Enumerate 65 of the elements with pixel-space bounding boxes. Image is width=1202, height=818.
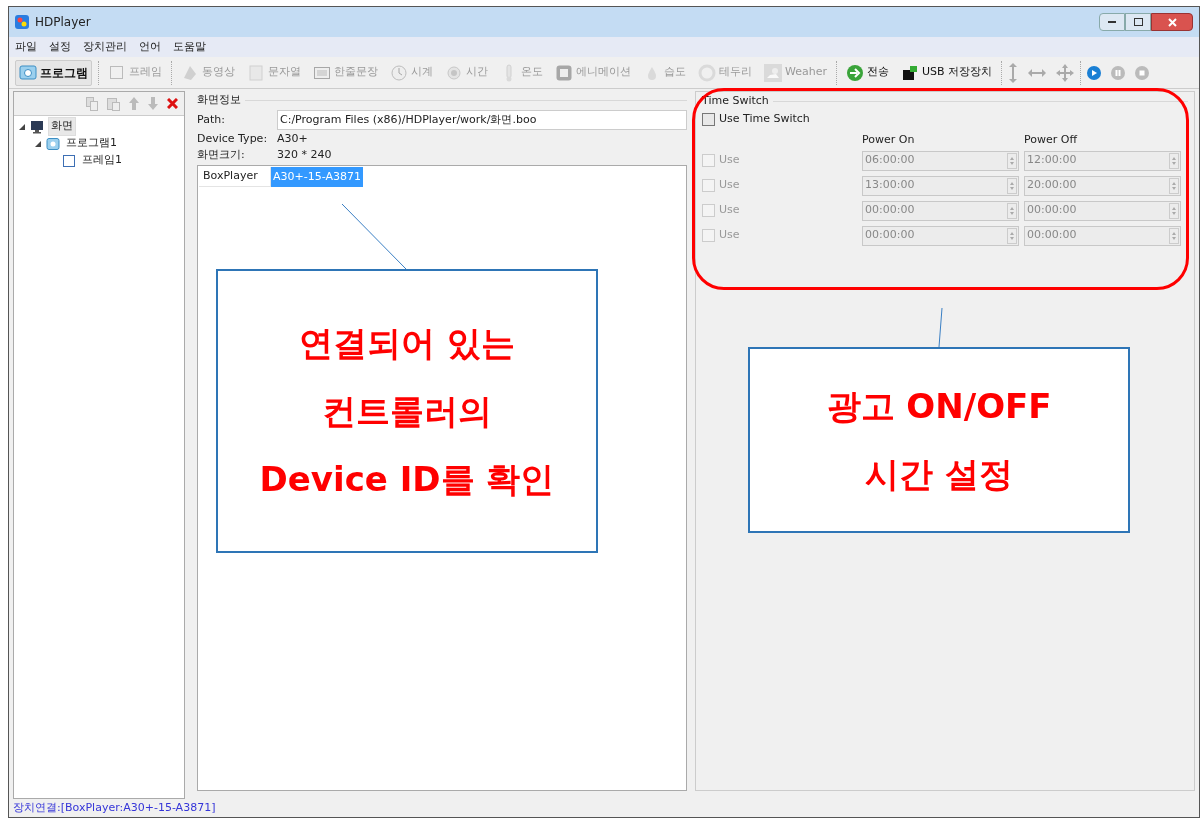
tree-item[interactable]: 프레임1 (80, 152, 124, 169)
usb-drive-icon (901, 63, 919, 82)
toolbar-button[interactable]: 프로그램 (15, 59, 92, 86)
monitor-icon (30, 119, 44, 134)
window-title: HDPlayer (35, 14, 91, 31)
app-icon (15, 15, 29, 29)
status-text: 장치연결:[BoxPlayer:A30+-15-A3871] (13, 799, 216, 816)
close-button[interactable] (1151, 13, 1193, 31)
callout-text: 컨트롤러의 (322, 394, 492, 428)
menu-item[interactable]: 파일 (15, 38, 37, 56)
move-arrows-icon[interactable] (1056, 63, 1075, 82)
down-arrow-icon[interactable] (148, 97, 158, 110)
clock-icon (390, 63, 408, 82)
menu-item[interactable]: 설정 (49, 38, 71, 56)
callout-text: 시간 설정 (865, 457, 1013, 491)
maximize-button[interactable] (1125, 13, 1151, 31)
checkbox-label: Use (719, 202, 740, 219)
vertical-arrows-icon[interactable] (1008, 62, 1019, 83)
tree-item[interactable]: 프로그램1 (64, 135, 119, 152)
field-label: Device Type: (197, 130, 269, 147)
copy-icon[interactable] (86, 96, 98, 111)
toolbar-button[interactable]: 전송 (843, 59, 892, 86)
expand-arrow-icon[interactable] (34, 139, 42, 148)
callout-text: 연결되어 있는 (299, 326, 515, 360)
checkbox-label: Use (719, 227, 740, 244)
leader-line (937, 307, 944, 348)
screen-icon (19, 63, 37, 82)
close-icon (1167, 17, 1177, 27)
up-arrow-icon[interactable] (129, 97, 139, 110)
frame-icon (62, 153, 76, 168)
menu-item[interactable]: 장치관리 (83, 38, 127, 56)
minimize-icon (1108, 20, 1116, 24)
callout-text: 광고 ON/OFF (826, 389, 1052, 423)
tree-item[interactable]: 화면 (48, 117, 76, 136)
field-label: 화면크기: (197, 146, 246, 163)
field-value: A30+ (277, 130, 308, 147)
checkbox-label: Use (719, 177, 740, 194)
menu-item[interactable]: 도움말 (173, 38, 206, 56)
maximize-icon (1133, 18, 1143, 26)
expand-arrow-icon[interactable] (18, 122, 26, 131)
table-cell[interactable]: A30+-15-A3871 (271, 167, 363, 187)
checkbox-label: Use (719, 152, 740, 169)
field-label: Path: (197, 111, 226, 128)
horizontal-arrows-icon[interactable] (1028, 67, 1047, 78)
delete-icon[interactable] (167, 98, 178, 109)
frame-icon (108, 63, 126, 82)
pause-icon[interactable] (1111, 65, 1126, 80)
checkbox-label: Use Time Switch (719, 110, 810, 127)
play-icon[interactable] (1087, 65, 1102, 80)
callout-text: Device ID를 확인 (259, 462, 555, 496)
time-icon (445, 63, 463, 82)
leader-line (340, 203, 408, 270)
minimize-button[interactable] (1099, 13, 1125, 31)
toolbar-button[interactable]: USB 저장장치 (898, 59, 996, 86)
path-field[interactable]: C:/Program Files (x86)/HDPlayer/work/화면.boo (277, 110, 687, 130)
paste-icon[interactable] (107, 96, 120, 111)
arrow-right-icon (846, 63, 864, 82)
screen-icon (46, 136, 60, 151)
field-value: 320 * 240 (277, 146, 332, 163)
group-title: 화면정보 (197, 91, 241, 108)
checkbox[interactable] (702, 112, 715, 126)
column-header: Power Off (1024, 131, 1077, 148)
column-header: Power On (862, 131, 916, 148)
menu-item[interactable]: 언어 (139, 38, 161, 56)
stop-icon[interactable] (1135, 65, 1150, 80)
